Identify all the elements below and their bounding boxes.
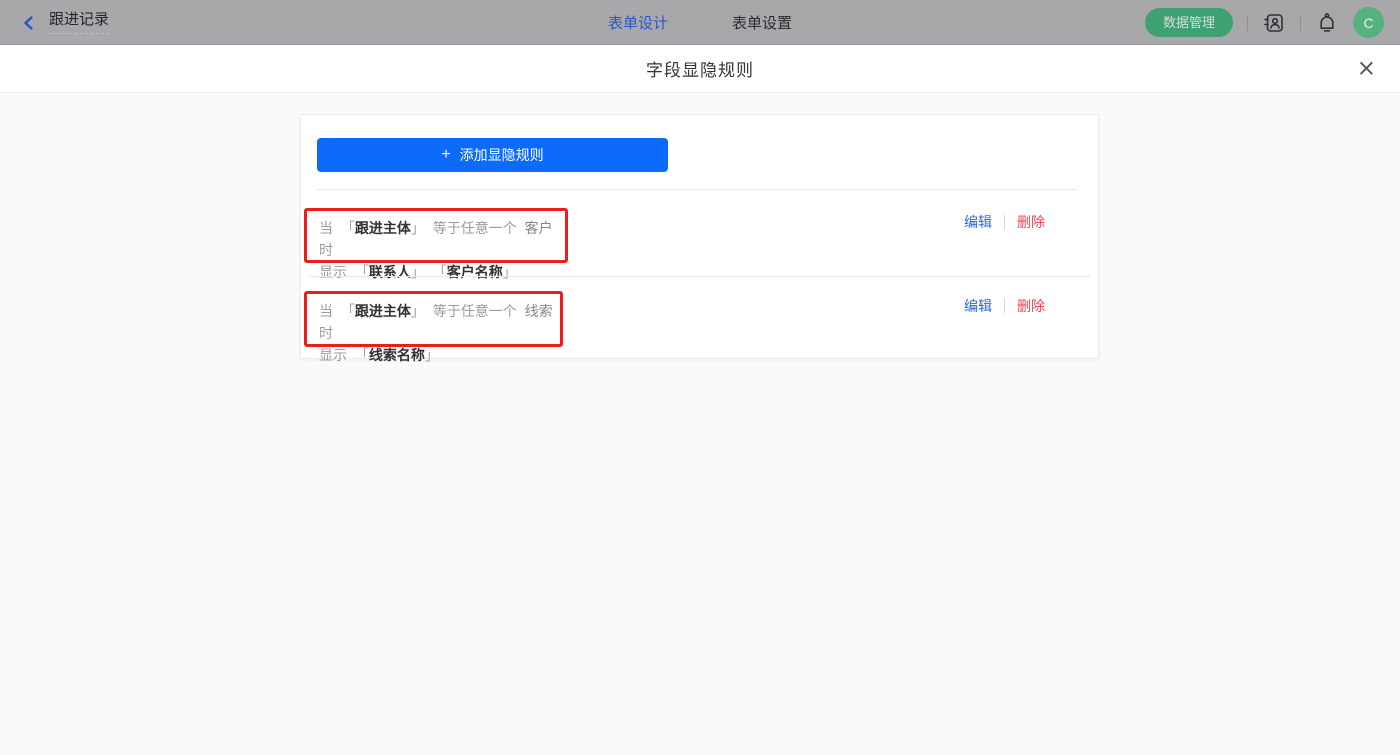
page-title: 字段显隐规则	[646, 61, 754, 80]
bell-icon[interactable]	[1315, 11, 1339, 35]
rule-action-field: 「线索名称」	[354, 347, 439, 363]
bracket-open: 「	[354, 347, 369, 363]
bracket-close: 」	[410, 264, 425, 280]
bracket-close: 」	[424, 347, 439, 363]
rule-actions-2: 编辑 删除	[964, 295, 1045, 317]
rule-action-line: 显示 「线索名称」	[319, 344, 560, 366]
plus-icon: +	[441, 146, 451, 163]
actions-divider	[1004, 299, 1005, 313]
divider	[309, 276, 1090, 277]
bracket-open: 「	[354, 264, 369, 280]
close-icon[interactable]: ×	[1357, 57, 1376, 80]
rule-action-field: 「客户名称」	[432, 264, 517, 280]
rule-action: 显示	[319, 264, 347, 280]
bracket-close: 」	[502, 264, 517, 280]
rule-action-line: 显示 「联系人」 「客户名称」	[319, 261, 565, 283]
rule-operator: 等于任意一个	[432, 303, 517, 319]
rule-action: 显示	[319, 347, 347, 363]
rule-when: 当	[319, 303, 333, 319]
rule-value: 客户	[524, 220, 553, 236]
header-right: 数据管理 C	[1144, 0, 1384, 45]
contacts-icon[interactable]	[1262, 11, 1286, 35]
edit-link[interactable]: 编辑	[964, 212, 992, 232]
add-rule-button[interactable]: + 添加显隐规则	[317, 138, 668, 172]
header-divider	[1300, 14, 1301, 31]
tab-form-design[interactable]: 表单设计	[608, 12, 668, 33]
rule-suffix: 时	[319, 325, 333, 341]
edit-link[interactable]: 编辑	[964, 296, 992, 316]
divider	[317, 189, 1077, 190]
rule-annotation-box-2[interactable]: 当 「跟进主体」 等于任意一个 线索 时 显示 「线索名称」	[304, 291, 563, 363]
rule-annotation-box-1[interactable]: 当 「跟进主体」 等于任意一个 客户 时 显示 「联系人」 「客户名称」	[304, 208, 568, 280]
delete-link[interactable]: 删除	[1017, 296, 1045, 316]
data-manage-button[interactable]: 数据管理	[1144, 8, 1233, 37]
rule-actions-1: 编辑 删除	[964, 211, 1045, 233]
rules-card: + 添加显隐规则 当 「跟进主体」 等于任意一个 客户 时 显示 「联系人」 「…	[300, 114, 1099, 363]
modal-titlebar: 字段显隐规则 ×	[0, 45, 1400, 93]
bracket-open: 「	[432, 264, 447, 280]
rule-condition-field: 「跟进主体」	[340, 220, 425, 236]
avatar[interactable]: C	[1353, 7, 1384, 38]
bracket-close: 」	[410, 220, 425, 236]
bracket-open: 「	[340, 220, 355, 236]
app-header: 跟进记录 表单设计 表单设置 数据管理 C	[0, 0, 1400, 45]
rule-condition-line: 当 「跟进主体」 等于任意一个 线索 时	[319, 300, 560, 344]
rule-condition-field: 「跟进主体」	[340, 303, 425, 319]
add-rule-button-label: 添加显隐规则	[459, 147, 544, 163]
delete-link[interactable]: 删除	[1017, 212, 1045, 232]
rule-operator: 等于任意一个	[432, 220, 517, 236]
header-left: 跟进记录	[20, 0, 110, 45]
rule-suffix: 时	[319, 242, 333, 258]
rule-when: 当	[319, 220, 333, 236]
form-name-label[interactable]: 跟进记录	[49, 11, 110, 34]
tab-form-settings[interactable]: 表单设置	[732, 12, 792, 33]
rule-condition-line: 当 「跟进主体」 等于任意一个 客户 时	[319, 217, 565, 261]
actions-divider	[1004, 215, 1005, 229]
rule-action-field: 「联系人」	[354, 264, 425, 280]
header-divider	[1247, 14, 1248, 31]
rule-value: 线索	[524, 303, 553, 319]
bracket-open: 「	[340, 303, 355, 319]
back-icon[interactable]	[20, 14, 38, 32]
bracket-close: 」	[410, 303, 425, 319]
